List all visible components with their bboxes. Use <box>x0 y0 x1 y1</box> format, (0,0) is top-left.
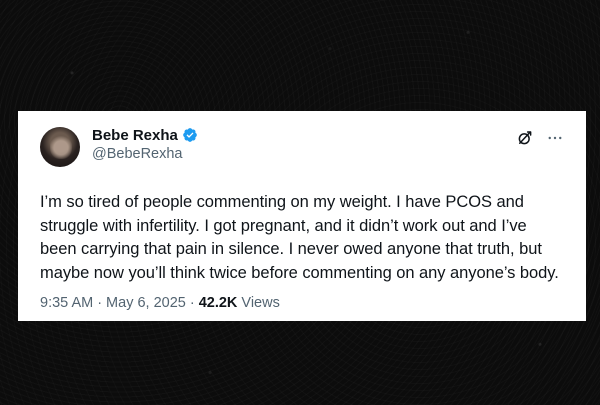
tweet-meta: 9:35 AM · May 6, 2025 · 42.2K Views <box>40 295 564 311</box>
display-name[interactable]: Bebe Rexha <box>92 127 178 144</box>
author-handle[interactable]: @BebeRexha <box>92 146 198 162</box>
tweet-time[interactable]: 9:35 AM <box>40 295 93 311</box>
name-row: Bebe Rexha <box>92 125 198 145</box>
grok-icon[interactable] <box>516 129 534 147</box>
verified-badge-icon <box>182 127 198 143</box>
meta-separator: · <box>97 295 103 311</box>
more-options-icon[interactable] <box>546 129 564 147</box>
header-actions <box>516 125 564 147</box>
views-count[interactable]: 42.2K <box>199 295 238 311</box>
tweet-header: Bebe Rexha @BebeRexha <box>40 125 564 169</box>
meta-separator: · <box>189 295 195 311</box>
avatar[interactable] <box>40 127 80 167</box>
tweet-text: I’m so tired of people commenting on my … <box>40 193 559 282</box>
author-identity: Bebe Rexha @BebeRexha <box>92 125 198 162</box>
views-label: Views <box>241 295 280 311</box>
tweet-card: Bebe Rexha @BebeRexha I’m so tired of pe… <box>18 111 586 321</box>
tweet-date[interactable]: May 6, 2025 <box>106 295 186 311</box>
